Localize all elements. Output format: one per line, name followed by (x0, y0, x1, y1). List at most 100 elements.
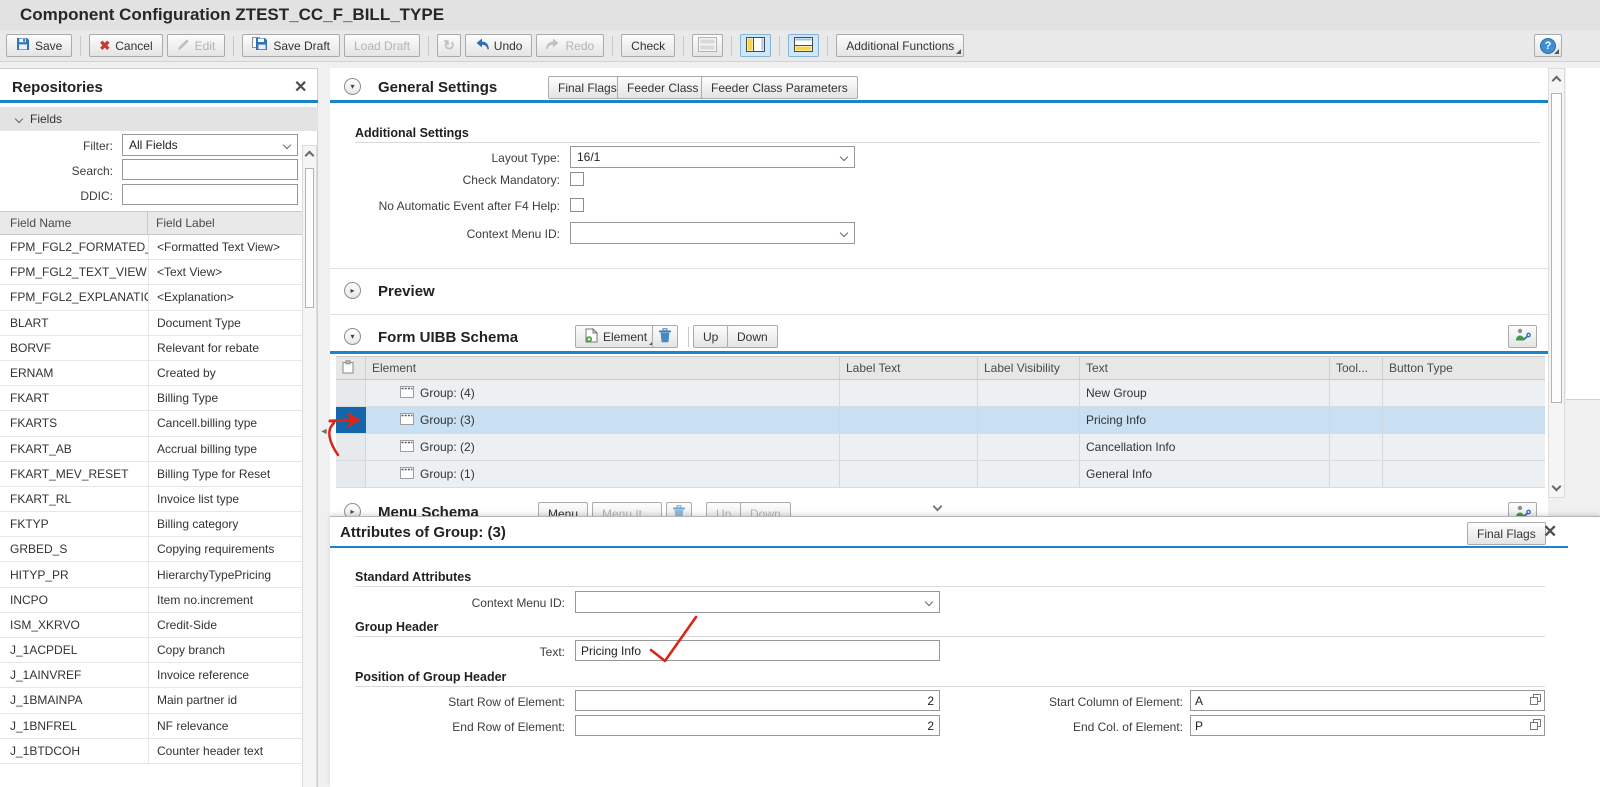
preview-expand-button[interactable]: ▸ (344, 282, 361, 299)
group-header-text-input[interactable] (575, 640, 940, 661)
check-mandatory-checkbox[interactable] (570, 172, 584, 186)
add-menu-button[interactable]: Menu (538, 502, 589, 516)
scroll-down-icon[interactable] (1551, 481, 1562, 492)
repository-field-row[interactable]: FPM_FGL2_TEXT_VIEW <Text View> (0, 260, 302, 286)
repository-field-row[interactable]: ERNAM Created by (0, 360, 302, 387)
repository-field-row[interactable]: FKART Billing Type (0, 386, 302, 412)
undo-button[interactable]: Undo (464, 34, 533, 57)
cancel-button[interactable]: ✖ Cancel (89, 34, 163, 57)
uibb-element-row[interactable]: Group: (4) New Group (336, 380, 1545, 407)
column-header-text[interactable]: Text (1080, 357, 1330, 379)
delete-element-button[interactable] (652, 325, 678, 348)
repository-field-row[interactable]: J_1BMAINPA Main partner id (0, 688, 302, 714)
repository-field-row[interactable]: FKARTS Cancell.billing type (0, 411, 302, 437)
scrollbar-thumb[interactable] (1551, 93, 1562, 403)
menu-schema-expand-button[interactable]: ▸ (344, 503, 361, 516)
splitter-collapse-handle[interactable]: ◄ (318, 420, 330, 442)
column-header-element[interactable]: Element (366, 357, 840, 379)
filter-select[interactable]: All Fields (122, 134, 298, 156)
add-menu-item-button[interactable]: Menu It... (592, 502, 663, 516)
repository-field-row[interactable]: BORVF Relevant for rebate (0, 335, 302, 361)
layout-type-select[interactable]: 16/1 (570, 146, 855, 168)
layout-rows-toggle-button[interactable] (692, 34, 724, 57)
column-header-button-type[interactable]: Button Type (1383, 357, 1545, 379)
attr-context-menu-select[interactable] (575, 591, 940, 613)
column-header-label-visibility[interactable]: Label Visibility (978, 357, 1080, 379)
load-draft-button[interactable]: Load Draft (344, 34, 421, 57)
repository-field-row[interactable]: ISM_XKRVO Credit-Side (0, 612, 302, 638)
row-selector-cell[interactable] (336, 380, 366, 406)
general-settings-expand-button[interactable]: ▾ (344, 78, 361, 95)
layout-left-panel-toggle-button[interactable] (740, 34, 772, 57)
gs-context-menu-select[interactable] (570, 222, 855, 244)
move-up-button[interactable]: Up (693, 325, 729, 348)
repository-field-row[interactable]: FKART_AB Accrual billing type (0, 436, 302, 462)
uibb-element-row[interactable]: Group: (3) Pricing Info (336, 407, 1545, 434)
repository-field-row[interactable]: BLART Document Type (0, 310, 302, 336)
edit-button[interactable]: Edit (166, 34, 226, 57)
repository-field-row[interactable]: J_1ACPDEL Copy branch (0, 638, 302, 664)
final-flags-button[interactable]: Final Flags (548, 76, 627, 99)
main-scrollbar[interactable] (1548, 68, 1565, 498)
repositories-scrollbar[interactable] (302, 145, 317, 787)
help-button[interactable]: ? (1534, 34, 1562, 57)
uibb-element-row[interactable]: Group: (2) Cancellation Info (336, 434, 1545, 461)
additional-functions-button[interactable]: Additional Functions (836, 34, 965, 57)
personalize-button[interactable] (1508, 325, 1537, 348)
feeder-class-button[interactable]: Feeder Class (617, 76, 709, 99)
repository-field-row[interactable]: FKART_MEV_RESET Billing Type for Reset (0, 461, 302, 487)
column-header-label-text[interactable]: Label Text (840, 357, 978, 379)
value-help-copy-icon[interactable] (1530, 692, 1541, 710)
column-header-tooltip[interactable]: Tool... (1330, 357, 1383, 379)
attributes-close-icon[interactable]: ✕ (1543, 522, 1557, 542)
fields-section-header[interactable]: Fields (0, 107, 318, 131)
add-element-button[interactable]: Element (575, 325, 658, 348)
save-draft-button[interactable]: Save Draft (242, 34, 341, 57)
redo-button[interactable]: Redo (536, 34, 605, 57)
repository-field-row[interactable]: GRBED_S Copying requirements (0, 537, 302, 563)
uibb-element-row[interactable]: Group: (1) General Info (336, 461, 1545, 488)
repository-field-row[interactable]: J_1AINVREF Invoice reference (0, 663, 302, 689)
column-header-field-name[interactable]: Field Name (0, 212, 148, 234)
repository-field-row[interactable]: FPM_FGL2_EXPLANATION <Explanation> (0, 285, 302, 311)
tooltip-cell (1330, 407, 1383, 433)
accent-bar (330, 546, 1568, 548)
start-column-input[interactable] (1191, 693, 1530, 708)
row-selector-cell[interactable] (336, 407, 366, 433)
layout-bottom-panel-toggle-button[interactable] (788, 34, 820, 57)
repositories-close-icon[interactable]: ✕ (294, 77, 307, 97)
start-row-input[interactable] (575, 690, 940, 711)
menu-up-button[interactable]: Up (706, 502, 742, 516)
row-selector-cell[interactable] (336, 434, 366, 460)
move-down-button[interactable]: Down (727, 325, 778, 348)
end-row-input[interactable] (575, 715, 940, 736)
feeder-class-parameters-button[interactable]: Feeder Class Parameters (701, 76, 858, 99)
repository-field-row[interactable]: FKART_RL Invoice list type (0, 486, 302, 513)
search-input[interactable] (122, 159, 298, 180)
repository-field-row[interactable]: FKTYP Billing category (0, 512, 302, 538)
form-uibb-schema-expand-button[interactable]: ▾ (344, 328, 361, 345)
value-help-copy-icon[interactable] (1530, 717, 1541, 735)
ddic-input[interactable] (122, 184, 298, 205)
repository-field-row[interactable]: J_1BTDCOH Counter header text (0, 738, 302, 764)
delete-menu-button[interactable] (666, 502, 692, 516)
scroll-up-icon[interactable] (1551, 75, 1562, 86)
menu-down-button[interactable]: Down (740, 502, 791, 516)
check-button[interactable]: Check (621, 34, 676, 57)
no-auto-event-checkbox[interactable] (570, 198, 584, 212)
title-bar: Component Configuration ZTEST_CC_F_BILL_… (0, 0, 1600, 30)
save-draft-icon (252, 37, 268, 54)
repository-field-row[interactable]: FPM_FGL2_FORMATED_... <Formatted Text Vi… (0, 235, 302, 261)
repository-field-row[interactable]: J_1BNFREL NF relevance (0, 713, 302, 739)
row-selector-cell[interactable] (336, 461, 366, 487)
row-selector-column-header[interactable] (336, 357, 366, 379)
repository-field-row[interactable]: INCPO Item no.increment (0, 587, 302, 613)
menu-personalize-button[interactable] (1508, 502, 1537, 516)
field-name-cell: HITYP_PR (10, 567, 69, 582)
refresh-button[interactable]: ↻ (437, 34, 461, 57)
repository-field-row[interactable]: HITYP_PR HierarchyTypePricing (0, 562, 302, 588)
end-column-input[interactable] (1191, 718, 1530, 733)
column-header-field-label[interactable]: Field Label (148, 212, 302, 234)
save-button[interactable]: Save (6, 34, 73, 57)
attributes-final-flags-button[interactable]: Final Flags (1467, 522, 1546, 545)
